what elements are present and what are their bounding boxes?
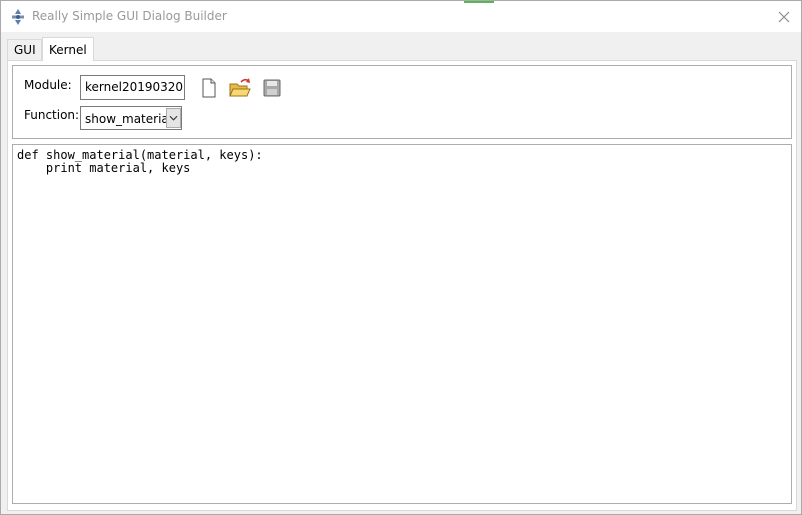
save-button[interactable]: [261, 77, 283, 99]
function-selected-value: show_material: [85, 112, 173, 126]
tab-kernel[interactable]: Kernel: [42, 37, 94, 61]
app-icon: [10, 9, 26, 25]
accent-mark: [464, 1, 494, 3]
title-bar[interactable]: Really Simple GUI Dialog Builder: [1, 1, 801, 32]
open-file-button[interactable]: [229, 77, 251, 99]
close-icon: [778, 11, 790, 22]
module-label: Module:: [24, 78, 72, 92]
code-line: print material, keys: [17, 161, 191, 175]
code-editor[interactable]: def show_material(material, keys): print…: [12, 144, 792, 504]
function-label: Function:: [24, 108, 80, 122]
module-input[interactable]: kernel20190320: [80, 75, 185, 100]
new-file-icon: [202, 78, 216, 98]
new-file-button[interactable]: [198, 77, 220, 99]
dialog-window: Really Simple GUI Dialog Builder GUI Ker…: [0, 0, 802, 515]
dropdown-button[interactable]: [166, 108, 181, 128]
window-title: Really Simple GUI Dialog Builder: [32, 9, 227, 23]
chevron-down-icon: [169, 115, 178, 121]
tab-gui[interactable]: GUI: [7, 39, 42, 60]
function-select[interactable]: show_material: [80, 106, 182, 130]
save-disk-icon: [263, 79, 281, 97]
open-folder-icon: [229, 78, 251, 97]
close-button[interactable]: [766, 1, 802, 32]
